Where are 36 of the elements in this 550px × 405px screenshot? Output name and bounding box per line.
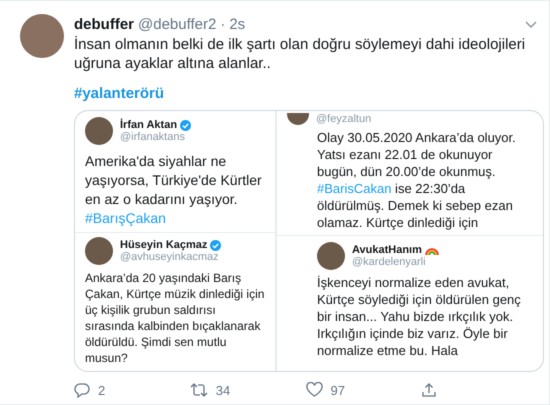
post-text: Ankara’da 20 yaşındaki Barış Çakan, Kürtçe müzik dinlediği için üç kişilik grubun saldırısı sırasında kalbinden bıçaklanarak öldürüldü. Şimdi sen mutlu musun? [85,270,266,366]
reply-icon[interactable] [74,382,90,398]
user-handle: @feyzaltun [316,113,372,125]
retweet-icon[interactable] [190,382,208,398]
action-count: 34 [216,382,230,398]
post-text: İşkenceyi normalize eden avukat, Kürtçe söylediği için öldürülen genç bir insan... Yahu bizde ırkçılık yok. Irkçılığın içinde biz varız. Öyle bir normalize etme bu. Hala [317,274,522,359]
user-handle: @avhuseyinkacmaz [120,251,220,263]
verified-badge-icon [180,120,192,130]
avatar-placeholder[interactable] [20,14,64,58]
user-handle: @irfanaktans [120,131,186,143]
avatar-placeholder [317,242,345,270]
share-icon[interactable] [421,382,438,398]
user-name[interactable]: debuffer [74,16,134,33]
media-image[interactable] [74,110,544,372]
avatar-placeholder [85,117,113,145]
separator: · [220,16,226,33]
heart-icon[interactable] [306,382,322,398]
chevron-down-icon[interactable] [525,20,537,28]
user-name: İrfan Aktan [120,119,178,131]
action-count: 97 [330,382,345,398]
post-text: Amerika'da siyahlar ne yaşıyorsa, Türkiye'de Kürtler en az o kadarını yaşıyor. #BarışÇakan [85,152,263,228]
action-count: 2 [98,382,106,398]
hashtag-link[interactable]: #yalanterörü [74,85,537,102]
tweet-text: İnsan olmanın belki de ilk şartı olan doğru söylemeyi dahi ideolojileri uğruna ayaklar altına alanlar.. [74,35,526,73]
hashtag-link: #BarışÇakan [85,210,166,226]
user-handle: @kardelenyarli [352,256,427,268]
avatar-placeholder [85,237,113,265]
user-name: AvukatHanım [352,244,422,256]
avatar-placeholder [287,113,309,125]
verified-badge-icon [210,240,222,250]
user-name: Hüseyin Kaçmaz [120,239,208,251]
post-text: Olay 30.05.2020 Ankara’da oluyor. Yatsı ezanı 22.01 de okunuyor bugün, dün 20.00’de okunmuş. #BarisCakan ise 22:30’da öldürülmüş. Demek ki sebep ezan olamaz. Kürtçe dinlediği için [316,129,517,231]
hashtag-link: #BarisCakan [317,181,392,196]
tweet-time[interactable]: 2s [229,16,246,33]
rainbow-icon [424,246,439,254]
user-handle: @debuffer2 [138,16,216,33]
